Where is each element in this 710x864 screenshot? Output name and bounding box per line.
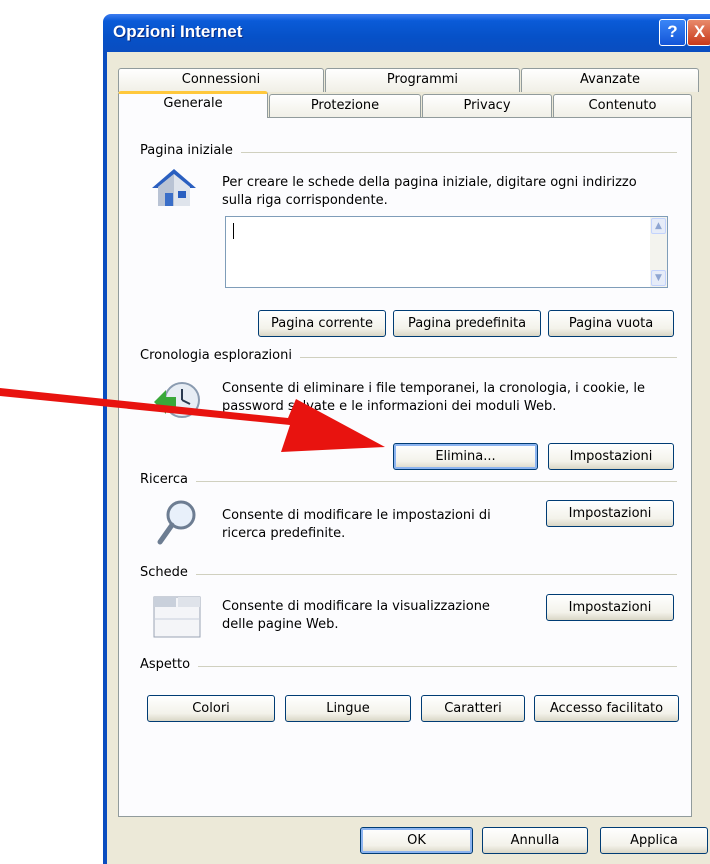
tab-generale[interactable]: Generale bbox=[118, 91, 268, 118]
red-arrow-annotation bbox=[0, 388, 385, 452]
